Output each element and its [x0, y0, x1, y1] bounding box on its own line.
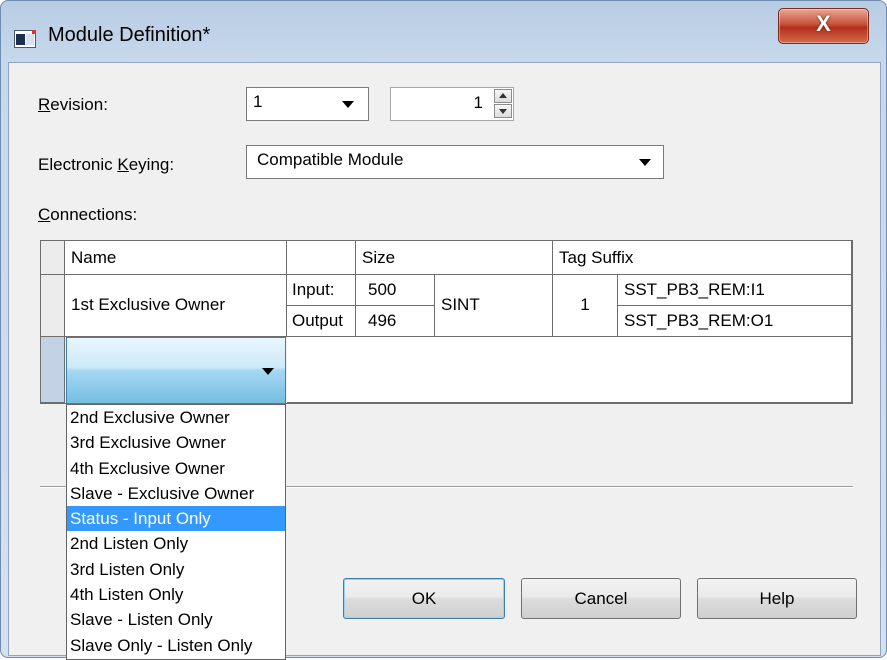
chevron-down-icon: [342, 101, 354, 108]
output-size-cell[interactable]: 496: [356, 306, 435, 337]
list-item-selected[interactable]: Status - Input Only: [67, 506, 285, 532]
new-row-fill: [287, 337, 852, 403]
input-label-cell: Input:: [287, 275, 356, 306]
output-tag-cell[interactable]: SST_PB3_REM:O1: [618, 306, 852, 337]
keying-label: Electronic Keying:: [38, 155, 175, 174]
help-button[interactable]: Help: [697, 578, 857, 619]
chevron-down-icon: [262, 368, 274, 375]
output-label-cell: Output: [287, 306, 356, 337]
keying-select[interactable]: Compatible Module: [246, 145, 664, 179]
cancel-button[interactable]: Cancel: [521, 578, 681, 619]
list-item[interactable]: 4th Listen Only: [67, 582, 285, 607]
grid-corner: [41, 241, 65, 275]
col-header-blank[interactable]: [287, 241, 356, 275]
input-tag-cell[interactable]: SST_PB3_REM:I1: [618, 275, 852, 306]
list-item[interactable]: 4th Exclusive Owner: [67, 456, 285, 481]
connection-dropdown-list[interactable]: 2nd Exclusive Owner 3rd Exclusive Owner …: [66, 404, 286, 660]
new-connection-select[interactable]: [66, 337, 286, 404]
list-item[interactable]: 3rd Exclusive Owner: [67, 430, 285, 455]
row-header[interactable]: [41, 275, 65, 337]
keying-value: Compatible Module: [257, 150, 404, 169]
list-item[interactable]: Slave Only - Listen Only: [67, 633, 285, 658]
input-size-cell[interactable]: 500: [356, 275, 435, 306]
close-button[interactable]: X: [778, 8, 869, 44]
module-icon: [14, 30, 36, 48]
revision-minor-value: 1: [473, 93, 483, 112]
chevron-down-icon: [639, 159, 651, 166]
list-item[interactable]: Slave - Listen Only: [67, 607, 285, 632]
spin-down-icon[interactable]: [494, 104, 512, 118]
ok-button[interactable]: OK: [343, 578, 505, 619]
list-item[interactable]: 2nd Exclusive Owner: [67, 405, 285, 430]
window-title: Module Definition*: [48, 24, 211, 46]
list-item[interactable]: Slave - Exclusive Owner: [67, 481, 285, 506]
spin-up-icon[interactable]: [494, 89, 512, 103]
rpi-cell[interactable]: 1: [553, 275, 618, 337]
connection-name-cell[interactable]: 1st Exclusive Owner: [65, 275, 287, 337]
revision-label: Revision:: [38, 95, 108, 114]
revision-major-select[interactable]: 1: [246, 87, 369, 121]
new-row-header[interactable]: [41, 337, 65, 403]
close-icon: X: [816, 11, 831, 36]
col-header-name[interactable]: Name: [65, 241, 287, 275]
title-bar[interactable]: Module Definition* X: [0, 0, 887, 48]
list-item[interactable]: 3rd Listen Only: [67, 557, 285, 582]
col-header-tag-suffix[interactable]: Tag Suffix: [553, 241, 852, 275]
revision-major-value: 1: [253, 92, 263, 111]
list-item[interactable]: 2nd Listen Only: [67, 531, 285, 556]
data-type-cell[interactable]: SINT: [435, 275, 553, 337]
col-header-size[interactable]: Size: [356, 241, 553, 275]
revision-minor-spinner[interactable]: 1: [390, 87, 514, 121]
connections-label: Connections:: [38, 205, 138, 224]
